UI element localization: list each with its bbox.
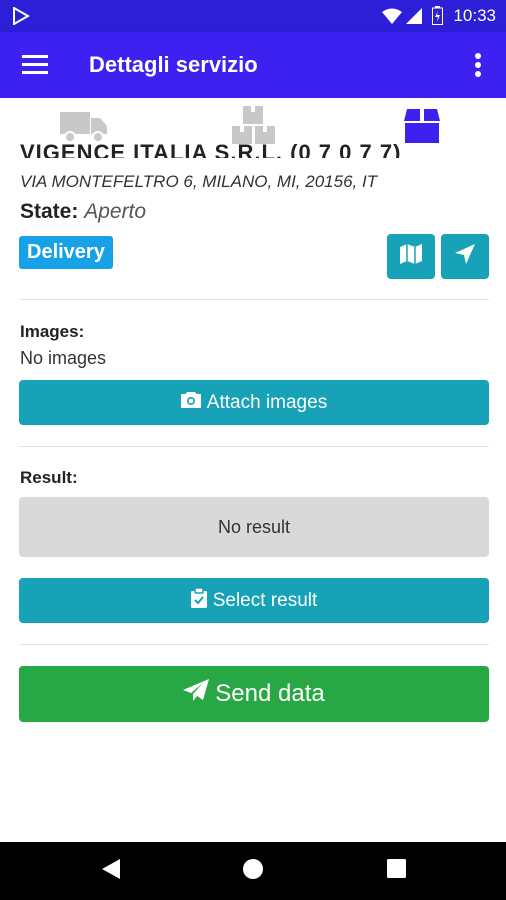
nav-home-button[interactable] [241, 858, 265, 885]
wifi-icon [382, 8, 402, 29]
state: State: Aperto [20, 200, 146, 224]
recents-square-icon [386, 859, 406, 883]
result-label: Result: [20, 468, 78, 487]
play-store-icon [12, 6, 31, 30]
send-data-label: Send data [215, 680, 325, 707]
status-time: 10:33 [453, 6, 496, 25]
result-display: No result [19, 497, 489, 557]
service-type-badge: Delivery [19, 236, 113, 269]
page-title: Dettagli servizio [89, 52, 258, 77]
nav-back-button[interactable] [99, 858, 123, 884]
status-bar: 10:33 [0, 0, 506, 32]
images-label: Images: [20, 322, 85, 341]
camera-icon [180, 391, 207, 414]
back-triangle-icon [102, 858, 120, 884]
more-vert-icon[interactable] [474, 52, 482, 83]
map-icon [400, 244, 422, 269]
divider [19, 299, 489, 300]
battery-icon [432, 6, 443, 30]
state-value: Aperto [84, 200, 147, 223]
state-label: State: [20, 200, 79, 223]
attach-images-label: Attach images [206, 391, 328, 413]
menu-icon[interactable] [22, 54, 48, 79]
home-circle-icon [242, 858, 264, 885]
location-arrow-icon [455, 244, 475, 269]
send-data-button[interactable]: Send data [19, 666, 489, 722]
open-map-button[interactable] [387, 234, 435, 279]
result-value: No result [217, 516, 291, 537]
divider [19, 644, 489, 645]
navigate-button[interactable] [441, 234, 489, 279]
app-bar: Dettagli servizio [0, 32, 506, 98]
paper-plane-icon [183, 678, 215, 710]
company-name: VIGENCE ITALIA S.R.L. (0 7 0 7 7) [20, 140, 402, 158]
clipboard-check-icon [190, 586, 213, 614]
divider [19, 446, 489, 447]
attach-images-button[interactable]: Attach images [19, 380, 489, 425]
select-result-label: Select result [212, 589, 318, 611]
signal-icon [406, 8, 422, 29]
address: VIA MONTEFELTRO 6, MILANO, MI, 20156, IT [20, 172, 378, 191]
select-result-button[interactable]: Select result [19, 578, 489, 623]
system-navigation-bar [0, 842, 506, 900]
nav-recents-button[interactable] [384, 859, 408, 883]
no-images-text: No images [20, 348, 107, 368]
